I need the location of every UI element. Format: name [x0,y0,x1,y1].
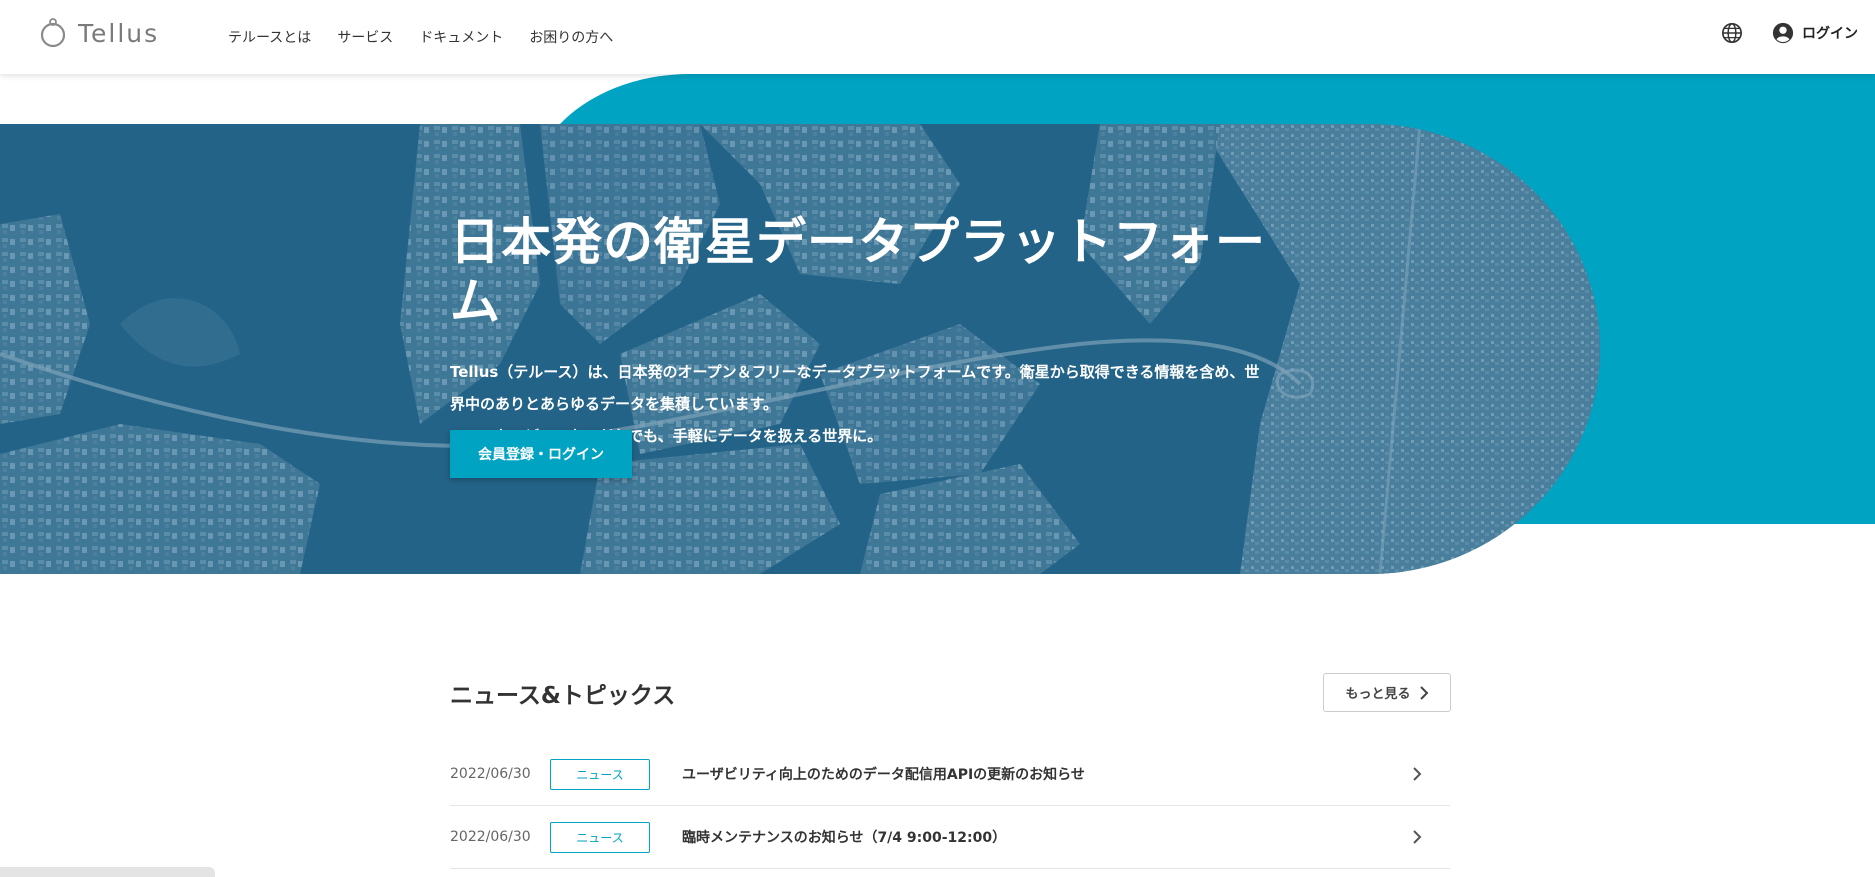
logo-text: Tellus [78,18,160,48]
see-more-label: もっと見る [1345,687,1411,702]
nav-item-documents[interactable]: ドキュメント [419,27,503,47]
hero-banner: 日本発の衛星データプラットフォーム Tellus（テルース）は、日本発のオープン… [0,124,1600,574]
news-headline: 臨時メンテナンスのお知らせ（7/4 9:00-12:00） [682,830,1007,846]
news-headline: ユーザビリティ向上のためのデータ配信用APIの更新のお知らせ [682,767,1085,783]
see-more-button[interactable]: もっと見る [1323,673,1451,712]
news-section-title: ニュース&トピックス [450,683,676,709]
hero-desc-line-2: 界中のありとあらゆるデータを集積しています。 [450,395,779,413]
news-item[interactable]: 2022/06/30 ニュース ユーザビリティ向上のためのデータ配信用APIの更… [450,743,1450,806]
news-list: 2022/06/30 ニュース ユーザビリティ向上のためのデータ配信用APIの更… [450,743,1450,869]
nav-item-services[interactable]: サービス [337,27,393,47]
news-category-badge: ニュース [550,821,650,853]
chevron-right-icon [1413,767,1422,781]
browser-status-bar [0,867,215,877]
nav-item-help[interactable]: お困りの方へ [529,27,613,47]
user-icon [1772,22,1794,44]
main-nav: テルースとは サービス ドキュメント お困りの方へ [228,0,613,74]
site-header: Tellus テルースとは サービス ドキュメント お困りの方へ ログイン [0,0,1875,74]
hero-desc-line-1: Tellus（テルース）は、日本発のオープン＆フリーなデータプラットフォームです… [450,363,1260,381]
tellus-logo[interactable]: Tellus [38,17,159,49]
nav-item-about[interactable]: テルースとは [228,27,311,47]
news-item[interactable]: 2022/06/30 ニュース 臨時メンテナンスのお知らせ（7/4 9:00-1… [450,806,1450,869]
news-category-badge: ニュース [550,758,650,790]
hero-content: 日本発の衛星データプラットフォーム Tellus（テルース）は、日本発のオープン… [450,212,1270,452]
chevron-right-icon [1419,685,1428,700]
globe-icon[interactable] [1721,22,1743,44]
chevron-right-icon [1413,830,1422,844]
hero-title: 日本発の衛星データプラットフォーム [450,213,1266,331]
news-date: 2022/06/30 [450,766,531,782]
tellus-logo-icon [40,18,66,48]
login-link[interactable]: ログイン [1772,22,1858,44]
register-login-button[interactable]: 会員登録・ログイン [450,430,632,478]
news-date: 2022/06/30 [450,829,531,845]
login-label: ログイン [1802,26,1858,42]
